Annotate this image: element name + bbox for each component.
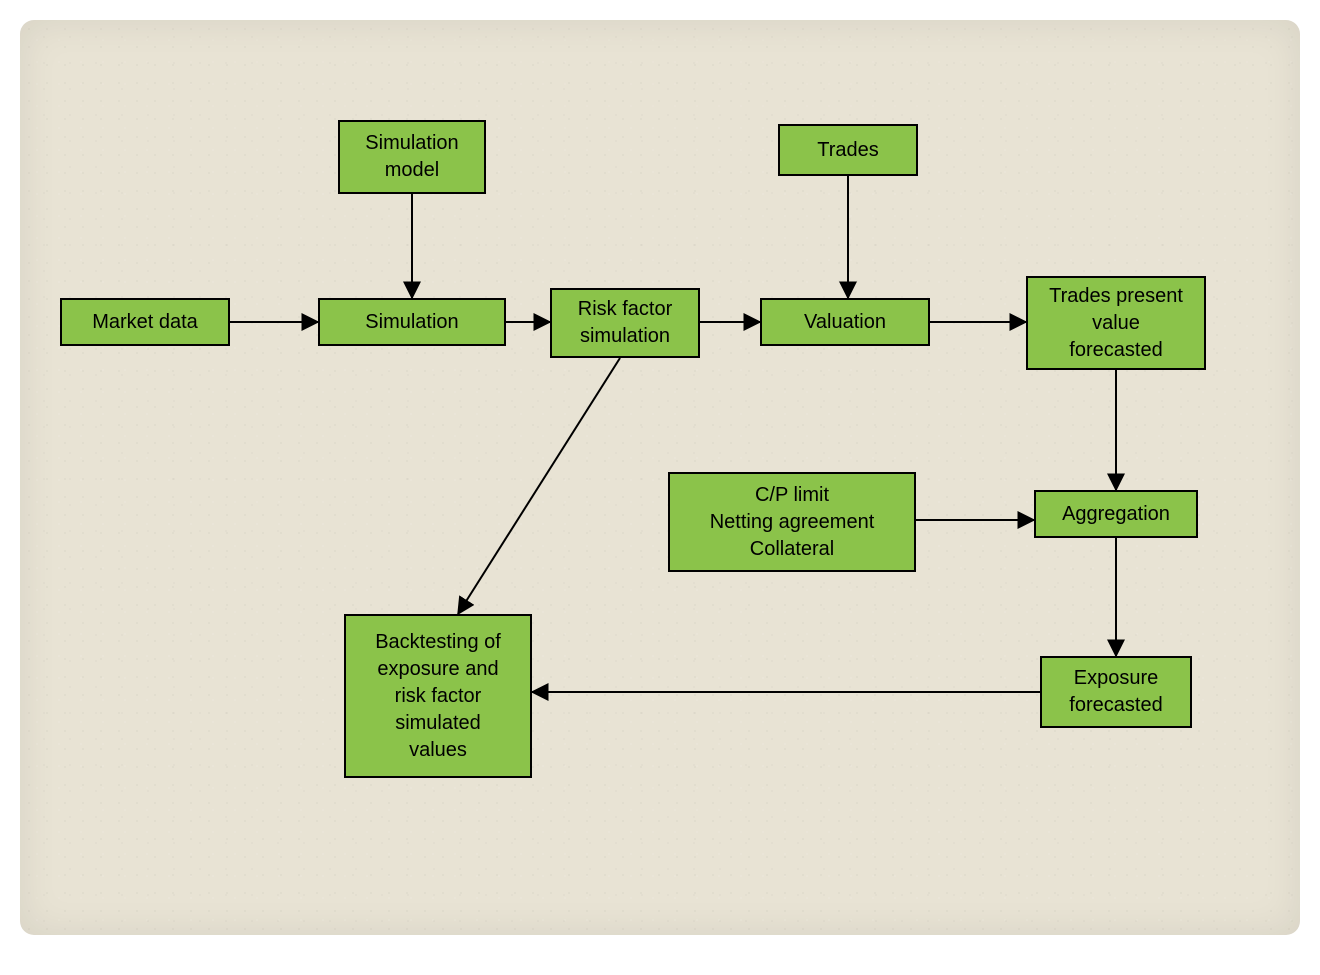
edge-risk_factor_sim-backtesting: [458, 358, 620, 614]
diagram-canvas: Market data Simulation model Simulation …: [20, 20, 1300, 935]
node-aggregation: Aggregation: [1034, 490, 1198, 538]
node-valuation: Valuation: [760, 298, 930, 346]
node-market-data: Market data: [60, 298, 230, 346]
node-tpv-forecast: Trades present value forecasted: [1026, 276, 1206, 370]
node-backtesting: Backtesting of exposure and risk factor …: [344, 614, 532, 778]
node-risk-factor-sim: Risk factor simulation: [550, 288, 700, 358]
node-trades: Trades: [778, 124, 918, 176]
node-cp-collateral: C/P limit Netting agreement Collateral: [668, 472, 916, 572]
edges-layer: [20, 20, 1300, 935]
node-exposure-forecast: Exposure forecasted: [1040, 656, 1192, 728]
node-simulation: Simulation: [318, 298, 506, 346]
node-simulation-model: Simulation model: [338, 120, 486, 194]
